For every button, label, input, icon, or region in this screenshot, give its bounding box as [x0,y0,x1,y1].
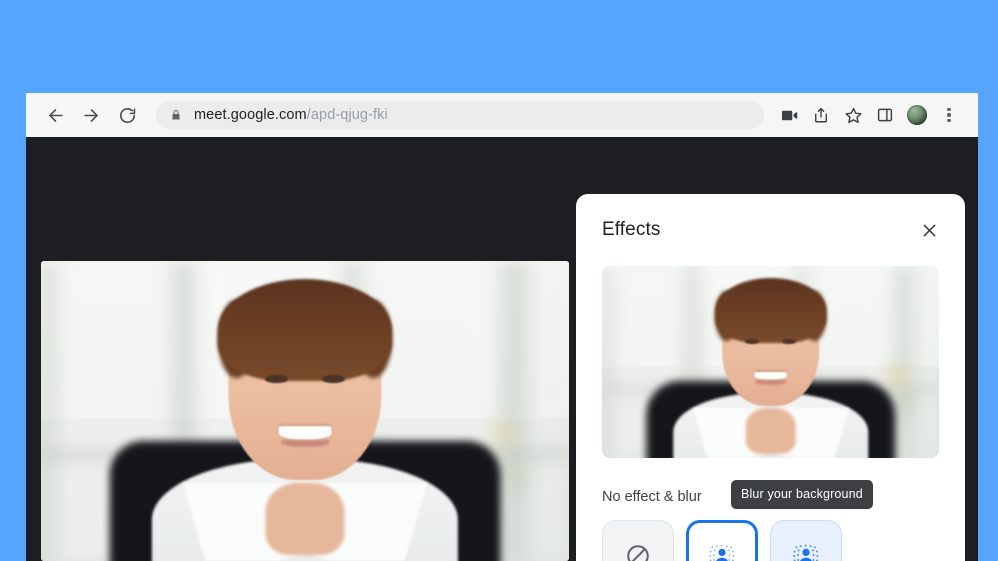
url-domain: meet.google.com [194,107,307,123]
preview-lower-lip [755,380,786,386]
kebab-menu-icon[interactable] [934,100,964,130]
reload-icon [119,107,135,123]
preview-eye-right [781,338,796,344]
effects-panel: Effects No effect & blur Blur your backg… [576,194,965,561]
blur-icon [793,544,819,561]
effects-video-preview [602,266,939,458]
person-hair [217,279,393,381]
back-button[interactable] [40,100,70,130]
arrow-right-icon [83,108,98,122]
eye-right [322,375,345,383]
forward-button[interactable] [76,100,106,130]
slight-blur-icon [709,544,735,561]
smile-teeth [278,426,332,440]
address-bar[interactable]: meet.google.com/apd-qjug-fki [156,101,764,129]
eye-left [265,375,288,383]
effect-option-no-effect[interactable] [602,520,674,561]
toolbar-icon-group [774,100,964,130]
browser-toolbar: meet.google.com/apd-qjug-fki [26,93,978,137]
kebab-dots [947,107,951,123]
section-label: No effect & blur [602,489,702,505]
effect-option-blur[interactable] [770,520,842,561]
eyebrow-right [315,361,353,366]
close-icon [923,224,935,236]
self-view-video[interactable] [41,261,569,561]
avatar [907,105,927,125]
effect-option-slight-blur[interactable] [686,520,758,561]
effects-section-row: No effect & blur Blur your background [602,480,939,509]
close-button[interactable] [913,214,945,246]
preview-person-neck [745,408,796,455]
profile-avatar[interactable] [902,100,932,130]
video-camera-icon[interactable] [774,100,804,130]
arrow-left-icon [48,108,63,122]
star-icon[interactable] [838,100,868,130]
no-effect-icon [627,545,649,561]
reload-button[interactable] [112,100,142,130]
lock-icon [170,108,182,122]
eyebrow-left [257,361,295,366]
meet-stage: Effects No effect & blur Blur your backg… [26,137,978,561]
lower-lip [281,439,329,448]
preview-person-hair [714,277,827,343]
tooltip: Blur your background [731,480,873,509]
side-panel-icon[interactable] [870,100,900,130]
panel-title: Effects [602,219,661,240]
url-text: meet.google.com/apd-qjug-fki [194,107,388,123]
person-neck [265,483,345,555]
url-path: /apd-qjug-fki [306,107,388,123]
effect-options [602,520,939,561]
effects-panel-header: Effects [576,194,965,266]
share-icon[interactable] [806,100,836,130]
browser-window: meet.google.com/apd-qjug-fki Effects No … [26,93,978,561]
preview-smile-teeth [753,371,788,381]
